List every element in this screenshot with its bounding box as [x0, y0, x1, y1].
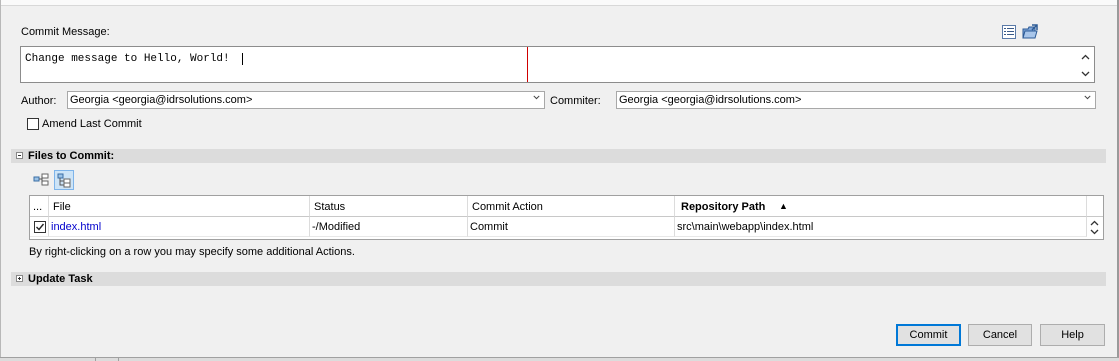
dialog-bottom-edge	[0, 357, 1119, 361]
table-row-action[interactable]: Commit	[468, 217, 675, 237]
commit-message-label: Commit Message:	[21, 26, 110, 38]
files-table[interactable]: ... File Status Commit Action Repository…	[29, 195, 1104, 240]
right-margin-line	[527, 47, 528, 82]
message-template-icon[interactable]	[1002, 25, 1016, 39]
commit-button[interactable]: Commit	[896, 324, 961, 346]
table-row-checkbox-cell[interactable]	[30, 217, 49, 237]
files-to-commit-title: Files to Commit:	[28, 150, 115, 162]
files-to-commit-header[interactable]: Files to Commit:	[11, 149, 1106, 163]
column-header-file[interactable]: File	[49, 196, 310, 217]
expand-icon[interactable]	[16, 275, 23, 282]
commit-message-text: Change message to Hello, World!	[25, 53, 230, 65]
message-scrollbar[interactable]	[1078, 47, 1094, 82]
recent-messages-icon[interactable]	[1022, 24, 1039, 40]
committer-label: Commiter:	[550, 95, 601, 107]
column-header-commit-action[interactable]: Commit Action	[468, 196, 675, 217]
files-hint-text: By right-clicking on a row you may speci…	[29, 246, 355, 258]
dialog-left-edge	[0, 0, 1, 361]
tree-view-icon[interactable]	[54, 170, 74, 190]
column-header-select[interactable]: ...	[30, 196, 49, 217]
flat-view-icon[interactable]	[33, 172, 49, 188]
scroll-up-icon[interactable]	[1090, 220, 1099, 226]
chevron-down-icon	[533, 95, 540, 100]
column-header-repository-path[interactable]: Repository Path ▲	[675, 196, 1087, 217]
collapse-icon[interactable]	[16, 152, 23, 159]
table-row-file[interactable]: index.html	[49, 217, 310, 237]
table-scrollbar[interactable]	[1087, 217, 1103, 239]
committer-select[interactable]: Georgia <georgia@idrsolutions.com>	[616, 91, 1096, 109]
text-caret	[242, 53, 243, 65]
author-select[interactable]: Georgia <georgia@idrsolutions.com>	[67, 91, 545, 109]
update-task-header[interactable]: Update Task	[11, 272, 1106, 286]
scroll-down-icon[interactable]	[1081, 70, 1090, 79]
table-row-status[interactable]: -/Modified	[310, 217, 468, 237]
row-include-checkbox[interactable]	[34, 221, 46, 233]
sort-ascending-icon: ▲	[779, 201, 788, 211]
chevron-down-icon	[1084, 95, 1091, 100]
scroll-down-icon[interactable]	[1090, 229, 1099, 235]
commit-message-textarea[interactable]: Change message to Hello, World!	[20, 46, 1095, 83]
scroll-up-icon[interactable]	[1081, 53, 1090, 62]
amend-label: Amend Last Commit	[42, 118, 142, 130]
cancel-button[interactable]: Cancel	[968, 324, 1032, 346]
amend-checkbox[interactable]	[27, 118, 39, 130]
help-button[interactable]: Help	[1040, 324, 1105, 346]
column-header-corner	[1087, 196, 1103, 217]
update-task-title: Update Task	[28, 273, 93, 285]
committer-value: Georgia <georgia@idrsolutions.com>	[619, 94, 802, 106]
column-header-status[interactable]: Status	[310, 196, 468, 217]
author-label: Author:	[21, 95, 57, 107]
author-value: Georgia <georgia@idrsolutions.com>	[70, 94, 253, 106]
dialog-top-edge	[0, 0, 1119, 6]
table-row-path[interactable]: src\main\webapp\index.html	[675, 217, 1087, 237]
